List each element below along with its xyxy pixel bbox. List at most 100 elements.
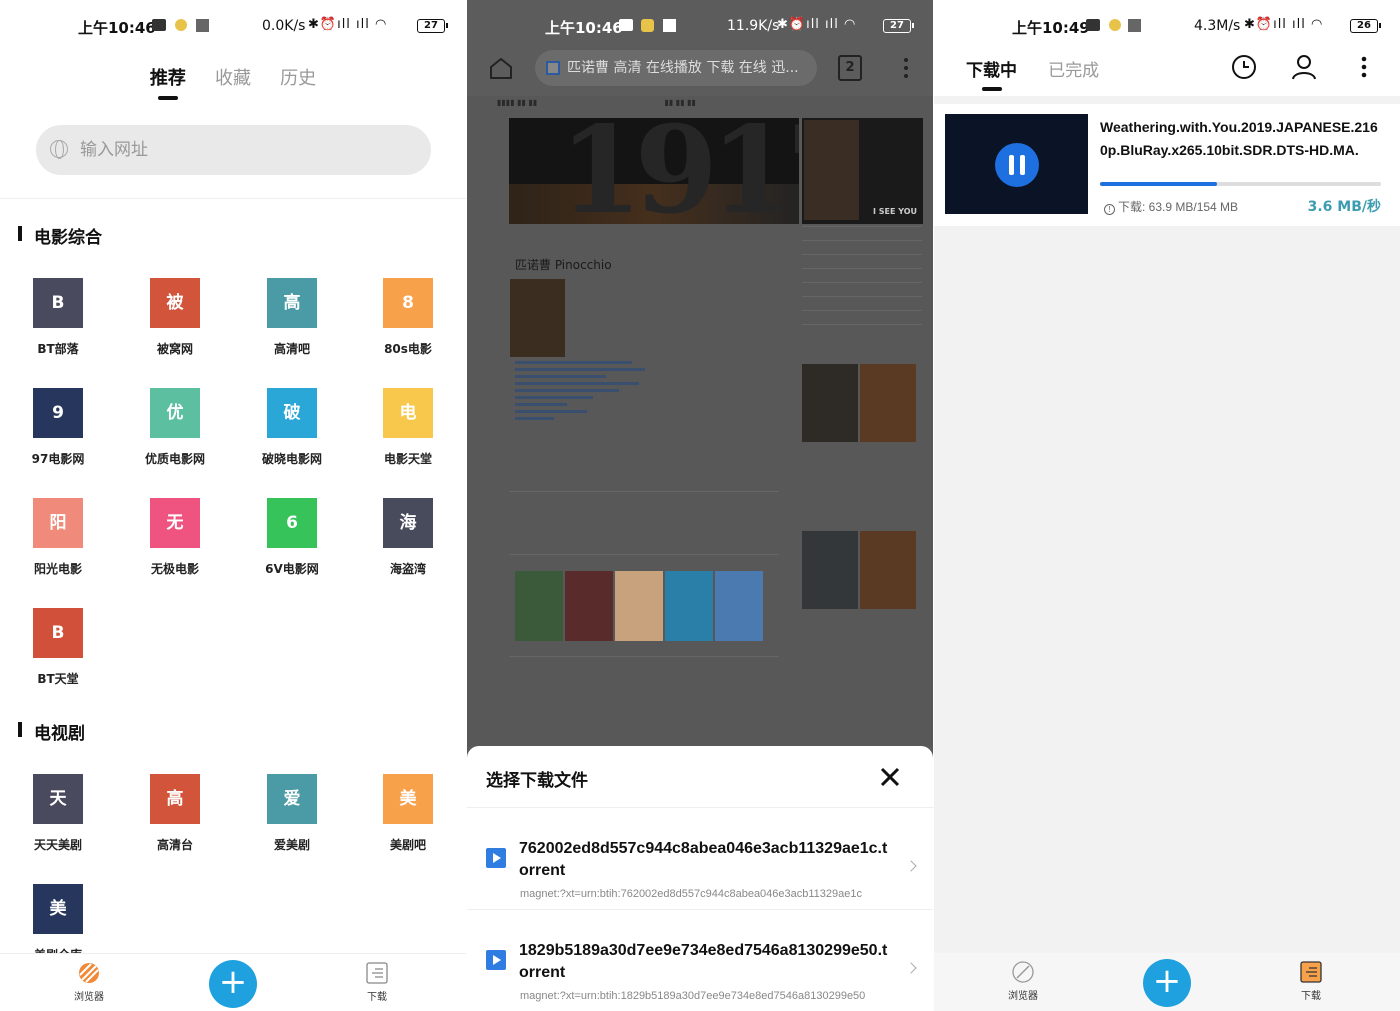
signal-icons: ✱⏰ıll ıll ◠ [777, 17, 857, 32]
user-icon[interactable] [1291, 54, 1317, 80]
battery-icon: 27 [417, 19, 448, 33]
site-label: 无极电影 [150, 562, 199, 576]
site-tile-icon: 6 [267, 498, 317, 548]
site-shortcut[interactable]: 美美剧吧 [358, 774, 458, 853]
site-shortcut[interactable]: 6 6V电影网 [242, 498, 342, 577]
video-file-icon [486, 848, 506, 868]
site-label: 阳光电影 [33, 562, 82, 576]
nav-browser[interactable]: 浏览器 [993, 961, 1053, 1002]
site-shortcut[interactable]: 高高清吧 [242, 278, 342, 357]
movie-meta [515, 361, 645, 424]
site-shortcut[interactable]: 优优质电影网 [125, 388, 225, 467]
resources-divider [509, 656, 779, 657]
site-shortcut[interactable]: 9 97电影网 [8, 388, 108, 467]
webpage-nav: ▮▮▮▮ ▮▮ ▮▮ ▮▮ ▮▮ ▮▮ [497, 98, 696, 107]
chevron-right-icon [905, 962, 917, 974]
url-bar[interactable] [36, 125, 431, 175]
site-label: 美剧吧 [389, 838, 426, 852]
network-speed: 0.0K/s [262, 18, 306, 34]
torrent-file-name: 1829b5189a30d7ee9e734e8ed7546a8130299e50… [519, 942, 888, 981]
site-shortcut[interactable]: 被被窝网 [125, 278, 225, 357]
tab-completed[interactable]: 已完成 [1048, 56, 1099, 81]
site-label: 被窝网 [156, 342, 193, 356]
battery-icon: 27 [883, 19, 914, 33]
side-poster-text: I SEE YOU [872, 207, 917, 216]
app-notification-icon [641, 19, 654, 32]
site-tile-icon: 海 [383, 498, 433, 548]
more-menu-icon[interactable] [1361, 54, 1367, 80]
close-icon[interactable] [877, 764, 903, 790]
message-icon [619, 19, 633, 31]
site-shortcut[interactable]: B BT天堂 [8, 608, 108, 687]
download-file-name: Weathering.with.You.2019.JAPANESE.2160p.… [1100, 119, 1378, 158]
site-label: 海盗湾 [389, 562, 426, 576]
home-icon[interactable] [489, 56, 513, 80]
site-label: 高清台 [156, 838, 193, 852]
nav-browser[interactable]: 浏览器 [59, 962, 119, 1003]
bottom-nav: 浏览器 + 下载 [934, 953, 1400, 1011]
site-label: 97电影网 [31, 452, 85, 466]
site-tile-icon: B [33, 608, 83, 658]
side-poster[interactable]: I SEE YOU [802, 118, 923, 224]
site-shortcut[interactable]: 8 80s电影 [358, 278, 458, 357]
site-shortcut[interactable]: 阳阳光电影 [8, 498, 108, 577]
downloads-panel: 上午10:49 4.3M/s ✱⏰ıll ıll ◠ 26 下载中 已完成 We… [934, 0, 1400, 1011]
divider [467, 909, 933, 910]
address-bar[interactable]: 匹诺曹 高清 在线播放 下载 在线 迅... [535, 50, 817, 86]
site-tile-icon: 阳 [33, 498, 83, 548]
nav-download-label: 下载 [367, 992, 387, 1003]
torrent-file-item[interactable]: 762002ed8d557c944c8abea046e3acb11329ae1c… [467, 818, 933, 918]
more-menu-icon[interactable] [904, 58, 908, 78]
tab-favorites[interactable]: 收藏 [215, 64, 251, 90]
gallery-icon [663, 19, 676, 32]
pause-icon[interactable] [995, 143, 1039, 187]
download-progress-fill [1100, 182, 1217, 186]
divider [0, 198, 466, 199]
site-shortcut[interactable]: 爱爱美剧 [242, 774, 342, 853]
address-text: 匹诺曹 高清 在线播放 下载 在线 迅... [567, 60, 799, 76]
app-notification-icon [1109, 19, 1121, 31]
tabs-counter[interactable]: 2 [838, 55, 862, 81]
site-tile-icon: 优 [150, 388, 200, 438]
download-list-icon [1300, 961, 1322, 983]
synopsis-divider [509, 491, 779, 492]
webpage-content: ▮▮▮▮ ▮▮ ▮▮ ▮▮ ▮▮ ▮▮ 1917 I SEE YOU 匹诺曹 P… [467, 96, 933, 746]
site-label: 高清吧 [273, 342, 310, 356]
site-shortcut[interactable]: B BT部落 [8, 278, 108, 357]
site-label: 80s电影 [384, 342, 432, 356]
browser-icon [78, 962, 100, 984]
site-label: 爱美剧 [273, 838, 310, 852]
url-input[interactable] [80, 125, 410, 175]
status-bar: 上午10:46 0.0K/s ✱⏰ıll ıll ◠ 27 [0, 0, 466, 52]
nav-download[interactable]: 下载 [347, 962, 407, 1003]
hero-banner[interactable]: 1917 [509, 118, 799, 224]
weekly-hot-posters[interactable] [802, 531, 922, 611]
site-shortcut[interactable]: 海海盗湾 [358, 498, 458, 577]
tab-recommend[interactable]: 推荐 [150, 64, 186, 100]
clock-icon[interactable] [1231, 54, 1257, 80]
download-speed: 3.6 MB/秒 [1307, 199, 1381, 215]
magnet-link: magnet:?xt=urn:btih:762002ed8d557c944c8a… [520, 888, 863, 900]
site-shortcut[interactable]: 无无极电影 [125, 498, 225, 577]
latest-subtitles-posters[interactable] [802, 364, 922, 444]
add-button[interactable]: + [209, 960, 257, 1008]
download-item[interactable]: Weathering.with.You.2019.JAPANESE.2160p.… [934, 104, 1400, 226]
status-time: 上午10:46 [78, 19, 156, 37]
movie-poster [510, 279, 565, 357]
tab-history[interactable]: 历史 [280, 64, 316, 90]
add-button[interactable]: + [1143, 959, 1191, 1007]
site-tile-icon: 8 [383, 278, 433, 328]
browser-home-panel: 上午10:46 0.0K/s ✱⏰ıll ıll ◠ 27 推荐 收藏 历史 电… [0, 0, 466, 1011]
nav-download[interactable]: 下载 [1281, 961, 1341, 1002]
site-shortcut[interactable]: 美美剧仓库 [8, 884, 108, 963]
torrent-file-item[interactable]: 1829b5189a30d7ee9e734e8ed7546a8130299e50… [467, 920, 933, 1011]
download-size: ! 下载: 63.9 MB/154 MB [1104, 198, 1238, 215]
site-shortcut[interactable]: 高高清台 [125, 774, 225, 853]
info-icon: ! [1104, 204, 1115, 215]
site-shortcut[interactable]: 天天天美剧 [8, 774, 108, 853]
globe-icon [50, 140, 68, 159]
tab-downloading[interactable]: 下载中 [966, 56, 1017, 91]
site-shortcut[interactable]: 破破晓电影网 [242, 388, 342, 467]
related-thumbnails[interactable] [515, 571, 765, 645]
site-shortcut[interactable]: 电电影天堂 [358, 388, 458, 467]
